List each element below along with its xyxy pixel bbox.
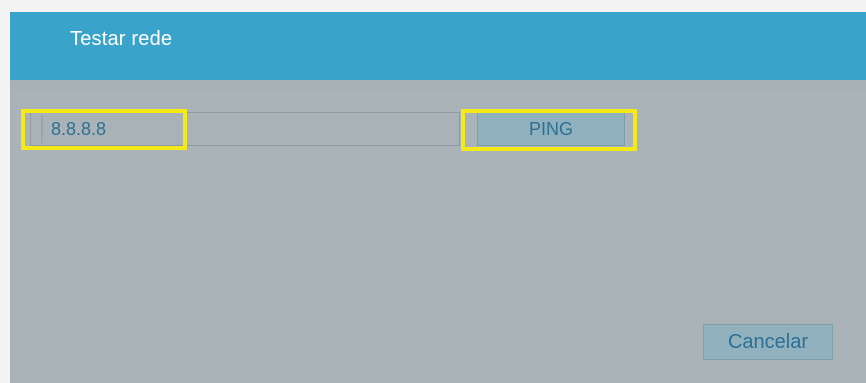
content-divider <box>10 80 866 90</box>
dialog-title-bar: Testar rede <box>10 12 866 80</box>
network-test-dialog: Testar rede 8.8.8.8 PING Cancelar <box>10 12 866 383</box>
ping-button[interactable]: PING <box>477 112 625 146</box>
ip-address-field[interactable]: 8.8.8.8 <box>30 112 460 146</box>
cancel-button[interactable]: Cancelar <box>703 324 833 360</box>
dialog-title: Testar rede <box>70 28 173 50</box>
